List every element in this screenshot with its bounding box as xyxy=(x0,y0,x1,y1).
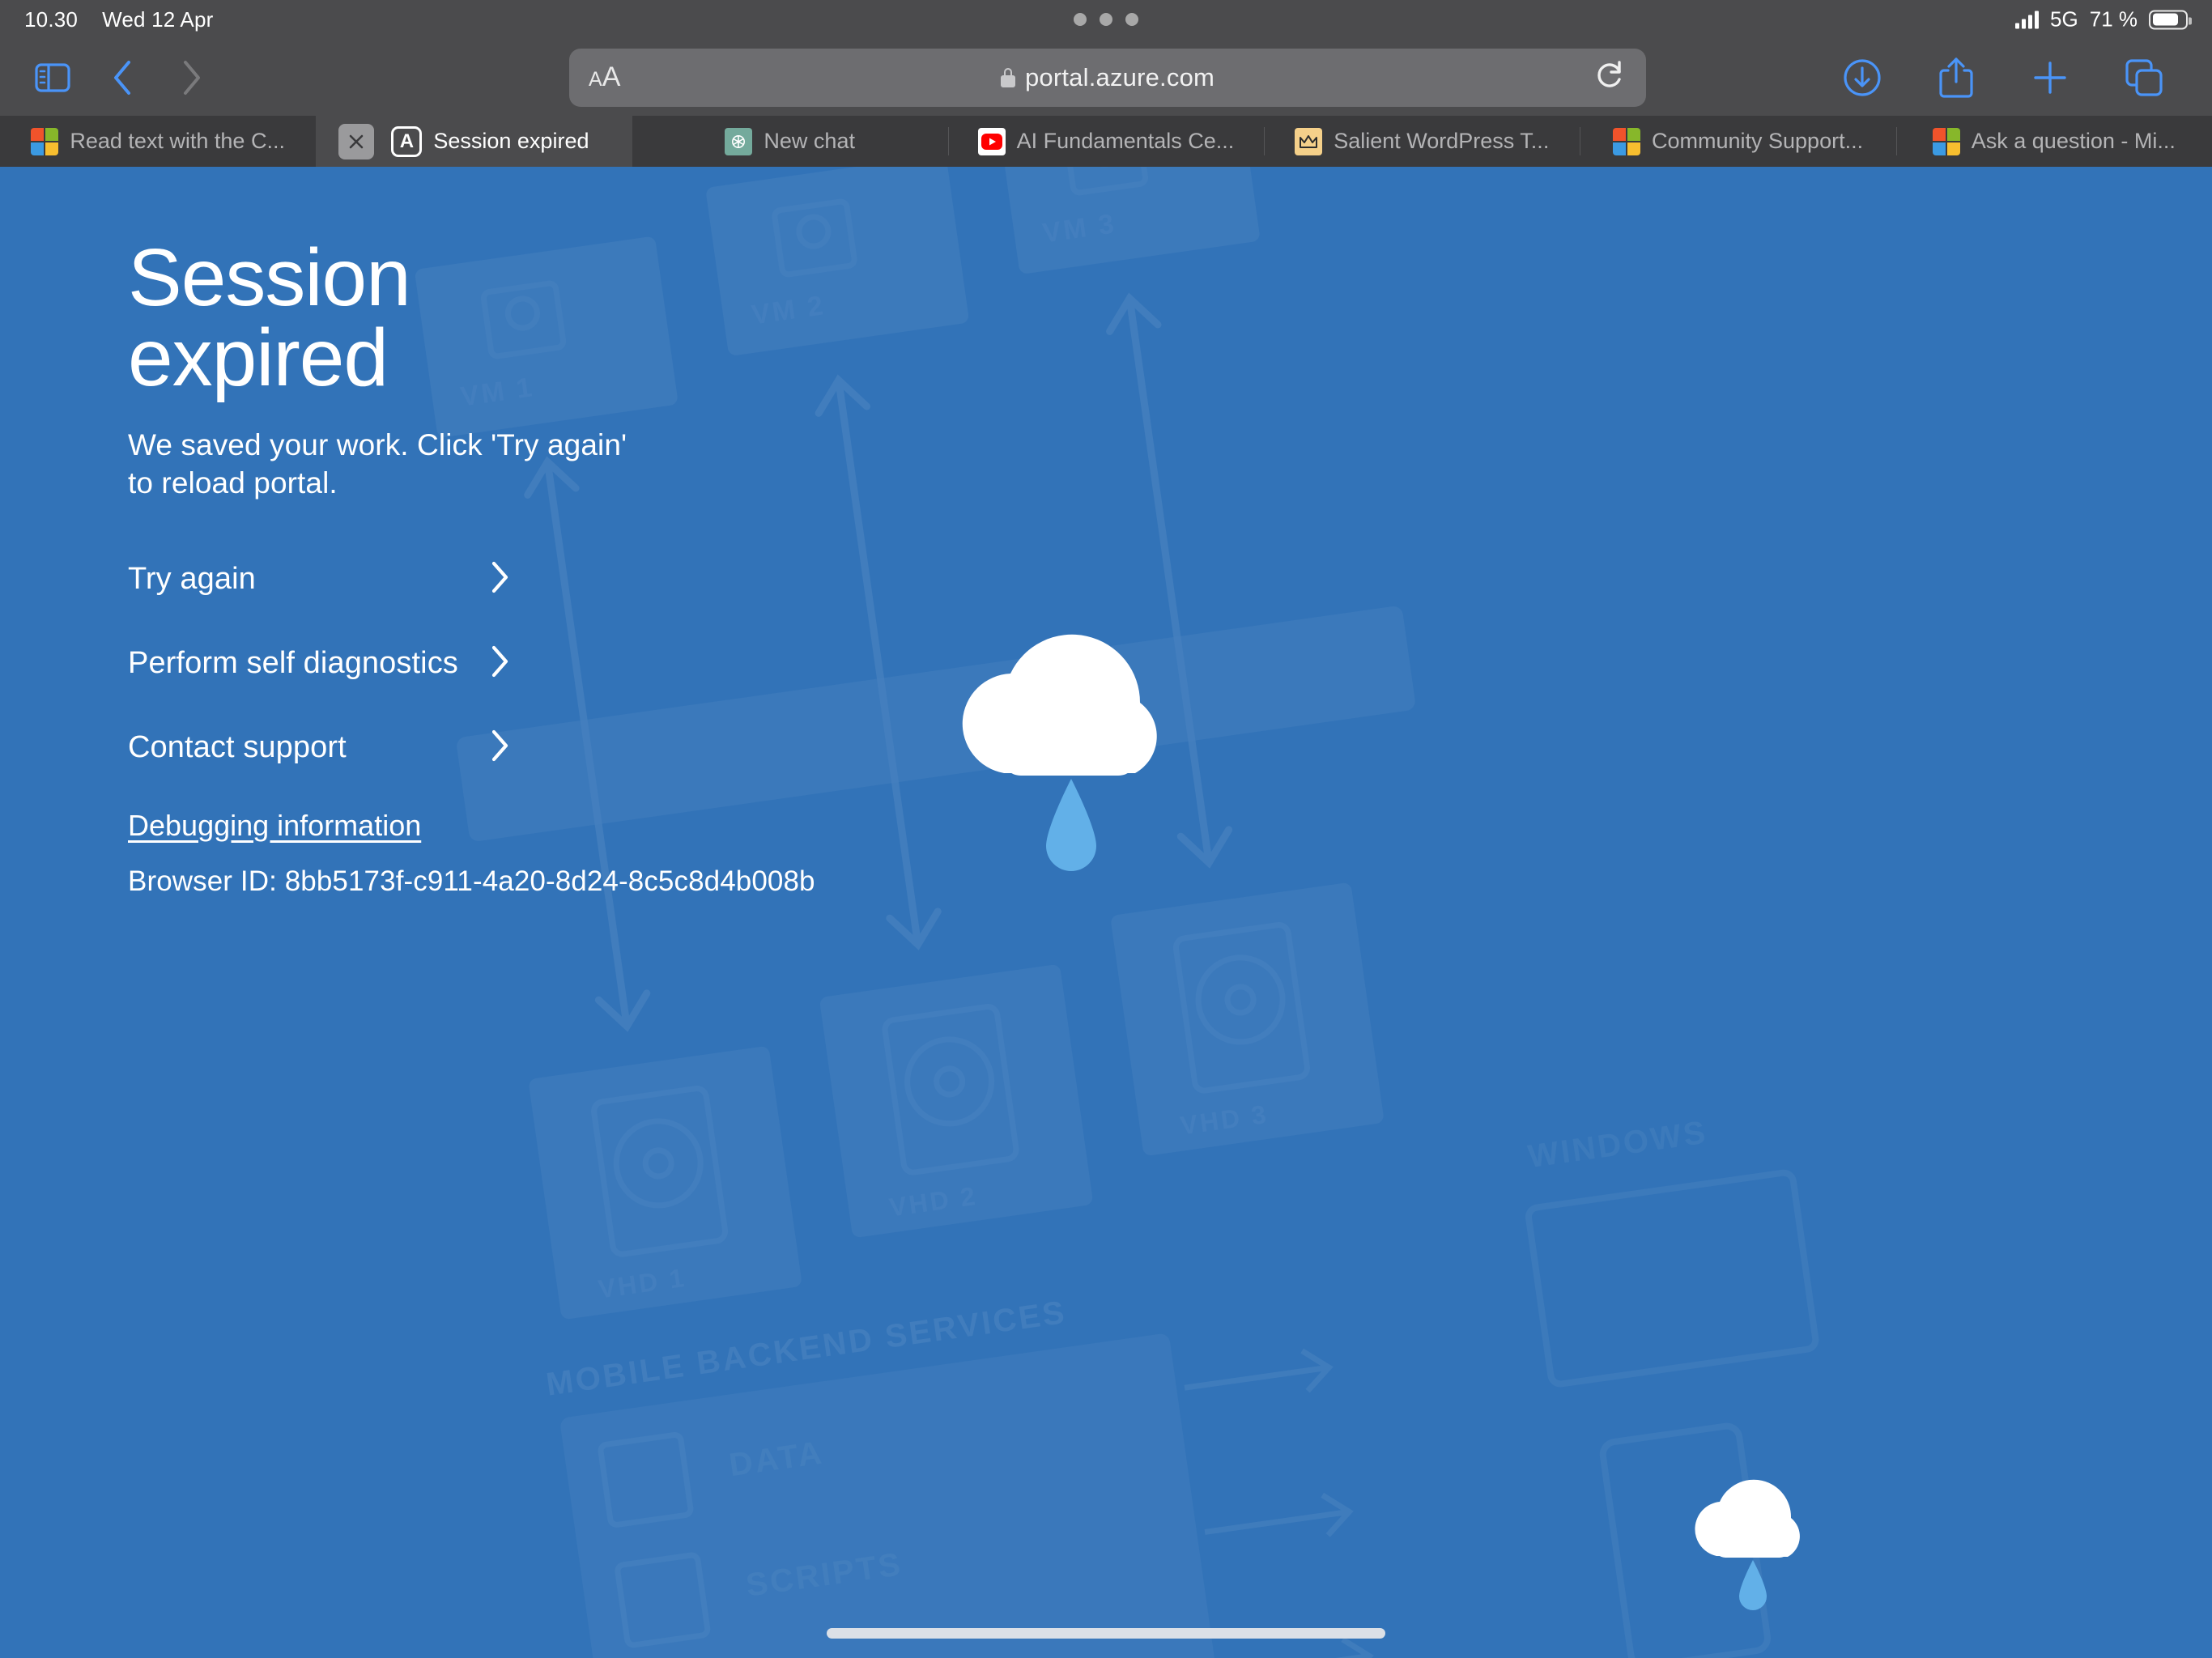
tab-label: Salient WordPress T... xyxy=(1334,129,1550,153)
status-bar: 10.30 Wed 12 Apr 5G 71 % xyxy=(0,0,2212,39)
microsoft-icon xyxy=(1612,127,1640,155)
status-bar-right: 5G 71 % xyxy=(2015,6,2192,32)
status-time: 10.30 xyxy=(24,6,79,32)
page-settings-large-a: A xyxy=(602,62,621,92)
reload-icon[interactable] xyxy=(1594,59,1625,96)
page-settings-aa-icon[interactable]: AA xyxy=(589,62,620,93)
page-title: Session expired xyxy=(128,232,411,403)
battery-icon xyxy=(2149,10,2192,29)
action-link-list: Try again Perform self diagnostics Contact… xyxy=(128,556,1180,772)
action-link[interactable]: Perform self diagnostics xyxy=(128,640,525,687)
tab-label: Community Support... xyxy=(1651,129,1864,153)
page-content: VM 1 VM 2 VM 3 VIRTUAL MACHINES HYPERVIS… xyxy=(0,167,2212,1658)
forward-chevron-icon xyxy=(157,49,227,106)
tab-close-icon[interactable] xyxy=(338,123,375,159)
openai-icon xyxy=(725,127,753,155)
home-indicator[interactable] xyxy=(827,1628,1385,1639)
downloads-icon[interactable] xyxy=(1815,49,1909,106)
page-settings-small-a: A xyxy=(589,68,602,91)
tab-label: AI Fundamentals Ce... xyxy=(1016,129,1235,153)
lock-icon xyxy=(1000,67,1015,87)
browser-tab[interactable]: A Session expired xyxy=(316,116,632,167)
reader-a-icon: A xyxy=(391,125,423,157)
network-type-label: 5G xyxy=(2050,6,2078,32)
cloud-icon xyxy=(1695,1479,1800,1558)
tab-bar: Read text with the C... A Session expired N… xyxy=(0,116,2212,167)
tab-label: New chat xyxy=(764,129,855,153)
browser-tab[interactable]: New chat xyxy=(632,116,948,167)
tab-overview-icon[interactable] xyxy=(2097,49,2191,106)
action-link-label: Try again xyxy=(128,562,256,597)
action-link-label: Contact support xyxy=(128,730,347,765)
action-link[interactable]: Contact support xyxy=(128,725,525,772)
action-link-label: Perform self diagnostics xyxy=(128,646,458,681)
multitasking-handle-icon[interactable] xyxy=(1074,13,1138,26)
chevron-right-icon xyxy=(489,644,510,682)
browser-tab[interactable]: Read text with the C... xyxy=(0,116,317,167)
status-bar-left: 10.30 Wed 12 Apr xyxy=(0,7,213,32)
chevron-right-icon xyxy=(489,560,510,598)
debugging-information-link[interactable]: Debugging information xyxy=(128,809,421,843)
browser-tab[interactable]: Community Support... xyxy=(1580,116,1896,167)
cellular-signal-icon xyxy=(2015,11,2040,28)
youtube-icon xyxy=(977,127,1006,155)
debugging-information-section: Debugging information Browser ID: 8bb517… xyxy=(128,809,1180,898)
session-expired-panel: Session expired We saved your work. Clic… xyxy=(128,232,1180,898)
address-bar[interactable]: AA portal.azure.com xyxy=(569,48,1646,107)
rain-cloud-illustration-small xyxy=(1673,1465,1835,1635)
action-link[interactable]: Try again xyxy=(128,556,525,603)
back-chevron-icon[interactable] xyxy=(87,49,157,106)
microsoft-icon xyxy=(1932,127,1960,155)
browser-id-text: Browser ID: 8bb5173f-c911-4a20-8d24-8c5c… xyxy=(128,865,815,897)
url-text: portal.azure.com xyxy=(1024,62,1215,91)
chevron-right-icon xyxy=(489,729,510,767)
raindrop-icon xyxy=(1739,1560,1767,1610)
microsoft-icon xyxy=(31,127,59,155)
browser-toolbar: AA portal.azure.com xyxy=(0,39,2212,116)
browser-tab[interactable]: Salient WordPress T... xyxy=(1264,116,1580,167)
svg-text:WINDOWS: WINDOWS xyxy=(1526,1114,1710,1175)
tab-label: Read text with the C... xyxy=(70,129,285,153)
share-icon[interactable] xyxy=(1909,49,2003,106)
plus-icon[interactable] xyxy=(2003,49,2097,106)
status-date: Wed 12 Apr xyxy=(102,6,214,32)
crown-icon xyxy=(1295,127,1323,155)
browser-tab[interactable]: AI Fundamentals Ce... xyxy=(947,116,1265,167)
battery-percent-label: 71 % xyxy=(2089,6,2138,32)
page-subtitle: We saved your work. Click 'Try again' to… xyxy=(128,428,627,500)
tab-label: Session expired xyxy=(433,129,589,153)
sidebar-toggle-icon[interactable] xyxy=(18,49,87,106)
browser-tab[interactable]: Ask a question - Mi... xyxy=(1895,116,2212,167)
tab-label: Ask a question - Mi... xyxy=(1971,129,2176,153)
